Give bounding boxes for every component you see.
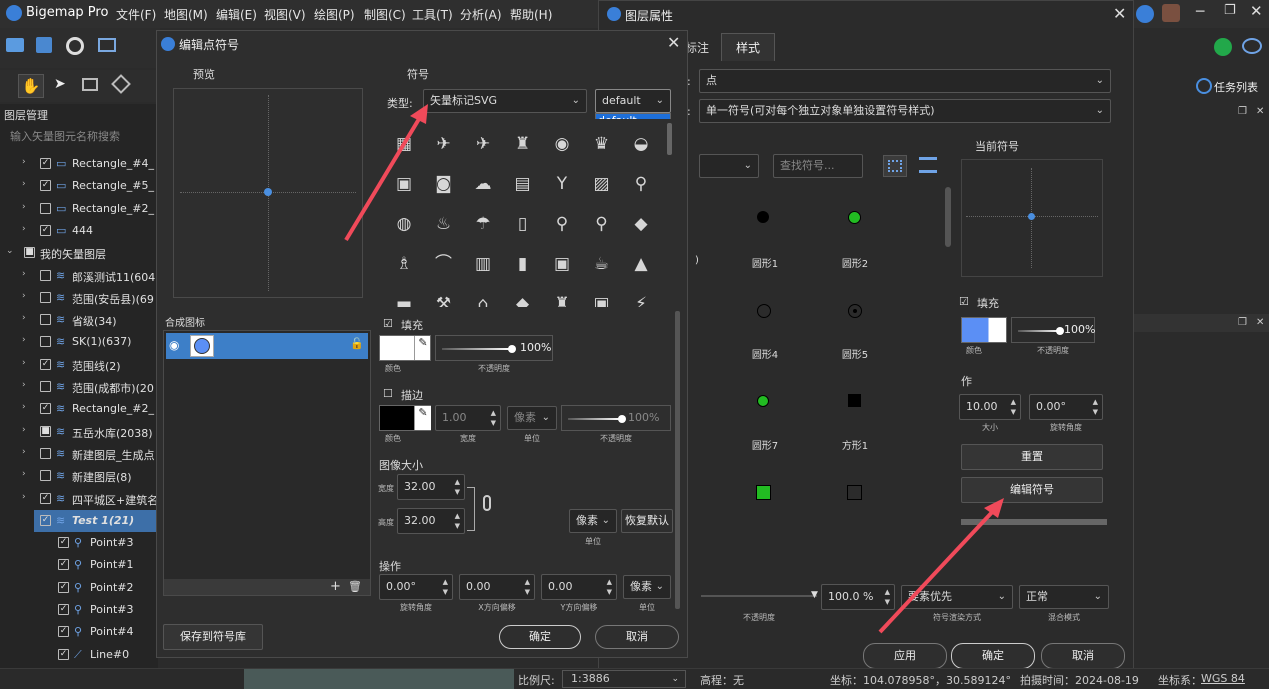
annotation-arrows — [344, 104, 1004, 634]
arrow-to-edit-symbol — [878, 506, 998, 634]
arrow-to-type-select — [344, 112, 424, 242]
